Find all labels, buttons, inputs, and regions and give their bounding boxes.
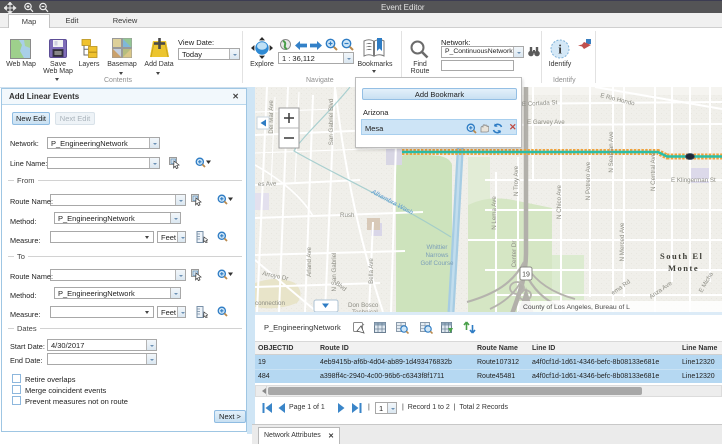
svg-text:Bella Ave: Bella Ave — [368, 258, 375, 284]
svg-text:County of Los Angeles, Bureau: County of Los Angeles, Bureau of L — [523, 304, 630, 311]
svg-text:E Garvey Ave: E Garvey Ave — [527, 119, 565, 126]
svg-text:Center Dr: Center Dr — [511, 241, 518, 268]
svg-text:Golf Course: Golf Course — [420, 260, 454, 267]
svg-text:connection: connection — [255, 300, 285, 307]
svg-text:N Chico Ave: N Chico Ave — [556, 184, 563, 218]
svg-text:Rush: Rush — [340, 212, 355, 219]
svg-text:E Klingerman St: E Klingerman St — [671, 177, 716, 184]
svg-text:19: 19 — [522, 272, 530, 279]
svg-text:N Central Ave: N Central Ave — [650, 152, 657, 191]
svg-text:es Ave: es Ave — [258, 180, 277, 188]
svg-text:i: i — [558, 42, 562, 57]
svg-text:N Potrero Ave: N Potrero Ave — [585, 161, 592, 200]
svg-text:N Merced Ave: N Merced Ave — [619, 222, 626, 261]
svg-text:Arland Ave: Arland Ave — [306, 247, 313, 277]
svg-text:N Lema Ave: N Lema Ave — [491, 196, 498, 230]
svg-text:South El: South El — [660, 251, 703, 261]
svg-text:Narrows: Narrows — [425, 252, 448, 259]
svg-text:Don Bosco: Don Bosco — [348, 302, 379, 309]
svg-text:Whittier: Whittier — [427, 244, 448, 251]
svg-text:N Seaman Ave: N Seaman Ave — [608, 131, 615, 173]
svg-text:San Gabriel Blvd: San Gabriel Blvd — [328, 98, 335, 145]
svg-text:N Troy Ave: N Troy Ave — [513, 165, 520, 196]
svg-text:Monte: Monte — [668, 263, 699, 273]
